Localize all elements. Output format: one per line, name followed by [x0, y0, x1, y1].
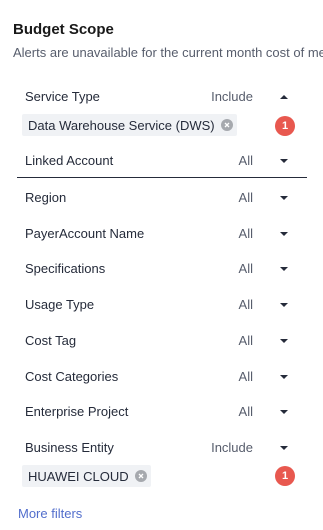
filter-enterprise-project[interactable]: Enterprise Project All: [17, 402, 307, 422]
selected-tag-dws: Data Warehouse Service (DWS): [22, 114, 237, 136]
filter-label: PayerAccount Name: [25, 226, 145, 241]
caret-down-icon[interactable]: [279, 407, 289, 417]
filter-label: Usage Type: [25, 297, 95, 312]
filter-value: All: [238, 226, 253, 241]
filter-value: All: [238, 153, 253, 168]
caret-down-icon[interactable]: [279, 300, 289, 310]
filter-label: Region: [25, 190, 67, 205]
filter-cost-tag[interactable]: Cost Tag All: [17, 331, 307, 351]
caret-down-icon[interactable]: [279, 264, 289, 274]
caret-down-icon[interactable]: [279, 156, 289, 166]
filter-service-type[interactable]: Service Type Include: [17, 87, 307, 107]
count-badge: 1: [275, 116, 295, 136]
filter-value: All: [238, 333, 253, 348]
filter-linked-account[interactable]: Linked Account All: [17, 151, 307, 171]
filter-label: Service Type: [25, 89, 100, 104]
caret-up-icon[interactable]: [279, 92, 289, 102]
close-icon[interactable]: [134, 470, 147, 482]
filter-value: All: [238, 190, 253, 205]
filter-specifications[interactable]: Specifications All: [17, 259, 307, 279]
divider: [17, 177, 307, 178]
tag-label: HUAWEI CLOUD: [28, 468, 129, 484]
filter-business-entity[interactable]: Business Entity Include: [17, 438, 307, 458]
filter-value: All: [238, 404, 253, 419]
filter-value: All: [238, 261, 253, 276]
count-badge: 1: [275, 466, 295, 486]
caret-down-icon[interactable]: [279, 336, 289, 346]
budget-scope-subtitle: Alerts are unavailable for the current m…: [13, 45, 323, 60]
caret-down-icon[interactable]: [279, 372, 289, 382]
filter-usage-type[interactable]: Usage Type All: [17, 295, 307, 315]
selected-tag-huawei-cloud: HUAWEI CLOUD: [22, 465, 151, 487]
filter-label: Cost Tag: [25, 333, 77, 348]
filter-label: Linked Account: [25, 153, 114, 168]
tag-label: Data Warehouse Service (DWS): [28, 117, 215, 133]
budget-scope-title: Budget Scope: [13, 21, 114, 38]
close-icon[interactable]: [220, 119, 233, 131]
caret-down-icon[interactable]: [279, 193, 289, 203]
filter-value: All: [238, 297, 253, 312]
filter-cost-categories[interactable]: Cost Categories All: [17, 367, 307, 387]
more-filters-link[interactable]: More filters: [18, 506, 82, 521]
filter-label: Business Entity: [25, 440, 114, 455]
caret-down-icon[interactable]: [279, 229, 289, 239]
filter-region[interactable]: Region All: [17, 188, 307, 208]
filter-payeraccount-name[interactable]: PayerAccount Name All: [17, 224, 307, 244]
filter-value: Include: [211, 440, 253, 455]
filter-value: All: [238, 369, 253, 384]
caret-down-icon[interactable]: [279, 443, 289, 453]
filter-label: Cost Categories: [25, 369, 119, 384]
filter-value: Include: [211, 89, 253, 104]
filter-label: Specifications: [25, 261, 106, 276]
filter-label: Enterprise Project: [25, 404, 129, 419]
